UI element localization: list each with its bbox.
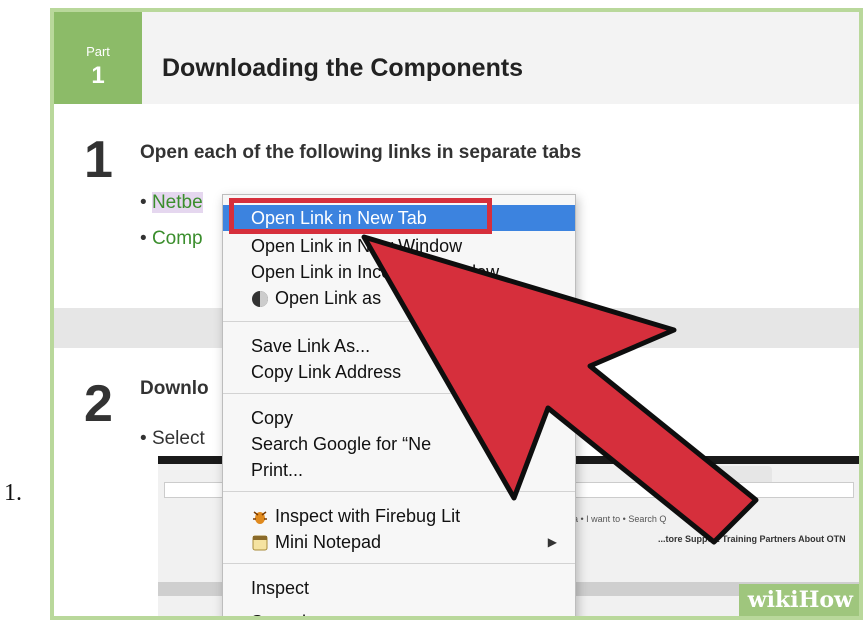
list-number: 1. (4, 480, 22, 506)
tutorial-image: Part 1 Downloading the Components 1 Open… (50, 8, 863, 620)
pointer-arrow-icon (361, 234, 759, 545)
